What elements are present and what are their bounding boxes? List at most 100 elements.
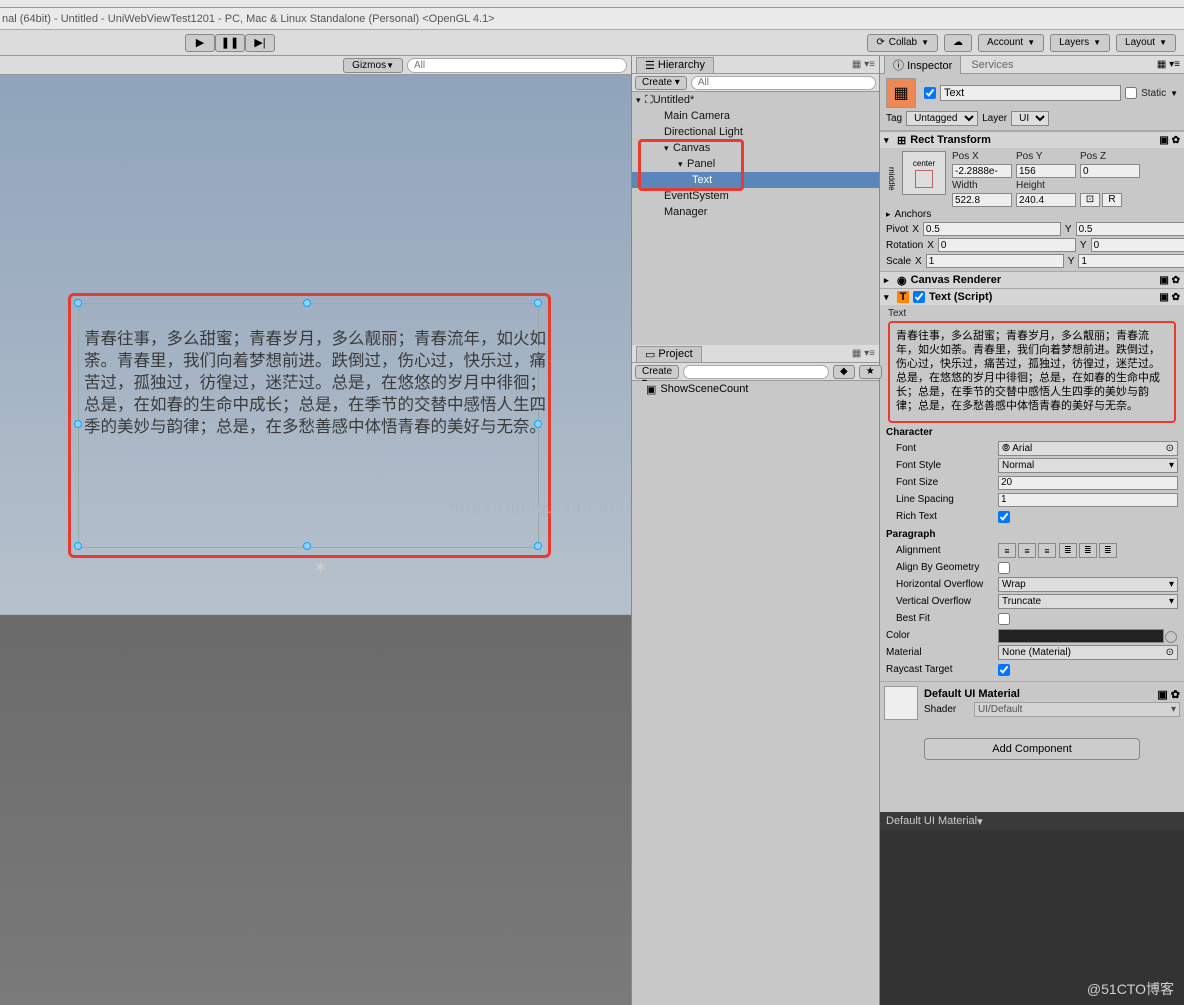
pause-button[interactable]: ❚❚ xyxy=(215,34,245,52)
align-bottom-button[interactable]: ≣ xyxy=(1099,543,1117,558)
raycast-target-checkbox[interactable] xyxy=(998,664,1010,676)
pivot-y-input[interactable] xyxy=(1076,222,1184,236)
hierarchy-item-camera[interactable]: Main Camera xyxy=(632,108,879,124)
handle[interactable] xyxy=(303,299,311,307)
hierarchy-item-panel[interactable]: ▾Panel xyxy=(632,156,879,172)
height-input[interactable] xyxy=(1016,193,1076,207)
tag-label: Tag xyxy=(886,113,902,124)
scale-y-input[interactable] xyxy=(1078,254,1184,268)
character-section: Character xyxy=(886,427,1178,438)
preview-header[interactable]: Default UI Material ▾ xyxy=(880,812,1184,830)
rot-y-input[interactable] xyxy=(1091,238,1184,252)
color-label: Color xyxy=(886,630,998,641)
hierarchy-search[interactable] xyxy=(691,76,876,90)
width-input[interactable] xyxy=(952,193,1012,207)
anchors-foldout[interactable]: Anchors xyxy=(895,209,1001,220)
middle-label: middle xyxy=(886,151,896,207)
handle[interactable] xyxy=(74,420,82,428)
posz-input[interactable] xyxy=(1080,164,1140,178)
gameobject-icon[interactable]: ▦ xyxy=(886,78,916,108)
handle[interactable] xyxy=(534,299,542,307)
posx-label: Pos X xyxy=(952,151,1012,162)
align-right-button[interactable]: ≡ xyxy=(1038,543,1056,558)
font-label: Font xyxy=(886,443,998,454)
window-titlebar: nal (64bit) - Untitled - UniWebViewTest1… xyxy=(0,8,1184,30)
rect-transform-header[interactable]: ▾⊞ Rect Transform▣ ✿ xyxy=(880,132,1184,148)
hierarchy-item-eventsystem[interactable]: EventSystem xyxy=(632,188,879,204)
text-value-textarea[interactable]: 青春往事，多么甜蜜；青春岁月，多么靓丽；青春流年，如火如荼。青春里，我们向着梦想… xyxy=(888,321,1176,423)
tag-dropdown[interactable]: Untagged xyxy=(906,111,978,126)
project-create-dropdown[interactable]: Create ▾ xyxy=(635,365,679,379)
h-overflow-dropdown[interactable]: Wrap▾ xyxy=(998,577,1178,592)
panel-lock-icon[interactable]: ▦ ▾≡ xyxy=(852,59,875,70)
handle[interactable] xyxy=(74,542,82,550)
hierarchy-tab[interactable]: ☰ Hierarchy xyxy=(636,57,714,73)
canvas-renderer-header[interactable]: ▸◉ Canvas Renderer▣ ✿ xyxy=(880,272,1184,288)
align-middle-button[interactable]: ≣ xyxy=(1079,543,1097,558)
font-size-input[interactable] xyxy=(998,476,1178,490)
scene-view[interactable]: 青春往事，多么甜蜜；青春岁月，多么靓丽；青春流年，如火如荼。青春里，我们向着梦想… xyxy=(0,75,631,1005)
align-by-geometry-checkbox[interactable] xyxy=(998,562,1010,574)
collab-dropdown[interactable]: ⟳ Collab ▼ xyxy=(867,34,938,52)
color-field[interactable] xyxy=(998,629,1164,643)
add-component-button[interactable]: Add Component xyxy=(924,738,1140,760)
best-fit-checkbox[interactable] xyxy=(998,613,1010,625)
static-checkbox[interactable] xyxy=(1125,87,1137,99)
handle[interactable] xyxy=(74,299,82,307)
align-center-button[interactable]: ≡ xyxy=(1018,543,1036,558)
rich-text-checkbox[interactable] xyxy=(998,511,1010,523)
shader-dropdown[interactable]: UI/Default▾ xyxy=(974,702,1180,717)
font-field[interactable]: ⦾ Arial⊙ xyxy=(998,441,1178,456)
project-tab[interactable]: ▭ Project xyxy=(636,346,702,362)
hierarchy-item-scene[interactable]: ▾⛶ Untitled* xyxy=(632,92,879,108)
gameobject-name-input[interactable] xyxy=(940,85,1121,101)
gizmos-dropdown[interactable]: Gizmos ▼ xyxy=(343,58,403,73)
step-button[interactable]: ▶| xyxy=(245,34,275,52)
static-label: Static xyxy=(1141,88,1166,99)
posx-input[interactable] xyxy=(952,164,1012,178)
hierarchy-item-light[interactable]: Directional Light xyxy=(632,124,879,140)
align-top-button[interactable]: ≣ xyxy=(1059,543,1077,558)
project-asset[interactable]: ▣ ShowSceneCount xyxy=(632,381,879,397)
raycast-target-label: Raycast Target xyxy=(886,664,998,675)
account-dropdown[interactable]: Account ▼ xyxy=(978,34,1044,52)
posy-input[interactable] xyxy=(1016,164,1076,178)
text-enabled-checkbox[interactable] xyxy=(913,291,925,303)
panel-lock-icon[interactable]: ▦ ▾≡ xyxy=(1157,59,1180,70)
hierarchy-item-text[interactable]: Text xyxy=(632,172,879,188)
handle[interactable] xyxy=(303,542,311,550)
project-search[interactable] xyxy=(683,365,829,379)
line-spacing-input[interactable] xyxy=(998,493,1178,507)
material-thumbnail[interactable] xyxy=(884,686,918,720)
pivot-x-input[interactable] xyxy=(923,222,1061,236)
scene-search[interactable] xyxy=(407,58,627,73)
ui-text-content: 青春往事，多么甜蜜；青春岁月，多么靓丽；青春流年，如火如荼。青春里，我们向着梦想… xyxy=(84,328,558,438)
inspector-tab[interactable]: ⓘ Inspector xyxy=(884,55,961,74)
rot-x-input[interactable] xyxy=(938,238,1076,252)
hierarchy-create-dropdown[interactable]: Create ▾ xyxy=(635,76,687,90)
project-filter-icon[interactable]: ◆ xyxy=(833,365,855,379)
services-tab[interactable]: Services xyxy=(961,58,1023,72)
gameobject-active-checkbox[interactable] xyxy=(924,87,936,99)
text-component-header[interactable]: ▾T Text (Script)▣ ✿ xyxy=(880,289,1184,305)
blueprint-button[interactable]: ⊡ xyxy=(1080,193,1100,207)
layout-dropdown[interactable]: Layout ▼ xyxy=(1116,34,1176,52)
raw-edit-button[interactable]: R xyxy=(1102,193,1122,207)
handle[interactable] xyxy=(534,542,542,550)
project-fav-icon[interactable]: ★ xyxy=(859,365,882,379)
width-label: Width xyxy=(952,180,1012,191)
panel-lock-icon[interactable]: ▦ ▾≡ xyxy=(852,348,875,359)
hierarchy-item-canvas[interactable]: ▾Canvas xyxy=(632,140,879,156)
hierarchy-item-manager[interactable]: Manager xyxy=(632,204,879,220)
play-button[interactable]: ▶ xyxy=(185,34,215,52)
material-field[interactable]: None (Material)⊙ xyxy=(998,645,1178,660)
v-overflow-dropdown[interactable]: Truncate▾ xyxy=(998,594,1178,609)
layers-dropdown[interactable]: Layers ▼ xyxy=(1050,34,1110,52)
anchor-preset-button[interactable]: center xyxy=(902,151,946,195)
layer-dropdown[interactable]: UI xyxy=(1011,111,1049,126)
align-left-button[interactable]: ≡ xyxy=(998,543,1016,558)
cloud-button[interactable]: ☁ xyxy=(944,34,972,52)
scale-x-input[interactable] xyxy=(926,254,1064,268)
font-style-dropdown[interactable]: Normal▾ xyxy=(998,458,1178,473)
unity-toolbar: ▶ ❚❚ ▶| ⟳ Collab ▼ ☁ Account ▼ Layers ▼ … xyxy=(0,30,1184,56)
